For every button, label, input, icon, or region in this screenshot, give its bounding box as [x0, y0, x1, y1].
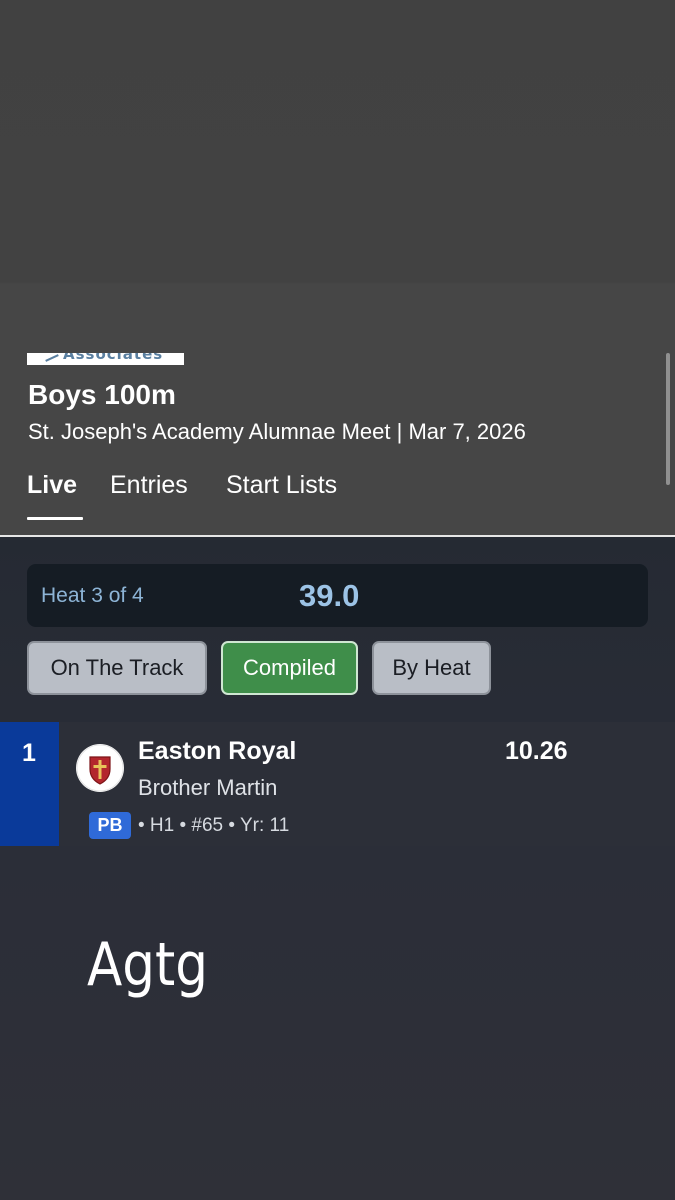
- crusader-shield-icon: [76, 744, 124, 792]
- overlay-text: Agtg: [87, 930, 209, 1000]
- school-name: Brother Martin: [138, 775, 278, 800]
- place-indicator: 1: [0, 722, 59, 846]
- pb-badge: PB: [89, 812, 131, 839]
- result-details: • H1 • #65 • Yr: 11: [138, 815, 290, 836]
- result-row[interactable]: 1 Easton Royal Brother Martin PB • H1 • …: [0, 722, 675, 846]
- logo-swoosh-icon: [45, 354, 59, 362]
- event-title: Boys 100m: [28, 379, 176, 410]
- by-heat-button[interactable]: By Heat: [372, 641, 491, 695]
- place-number: 1: [22, 739, 36, 767]
- tab-start-lists[interactable]: Start Lists: [226, 470, 337, 500]
- blank-top-area: [0, 0, 675, 353]
- meet-subtitle: St. Joseph's Academy Alumnae Meet | Mar …: [28, 419, 526, 444]
- active-tab-indicator: [27, 517, 83, 520]
- scrollbar-thumb[interactable]: [666, 353, 670, 485]
- heat-info-bar: Heat 3 of 4 39.0: [27, 564, 648, 627]
- on-the-track-button[interactable]: On The Track: [27, 641, 207, 695]
- event-header: Associates Boys 100m St. Joseph's Academ…: [0, 353, 675, 535]
- sponsor-logo-text: Associates: [63, 353, 164, 363]
- athlete-name: Easton Royal: [138, 737, 297, 765]
- sponsor-logo: Associates: [27, 353, 184, 365]
- result-mark: 10.26: [505, 737, 568, 765]
- results-panel: Heat 3 of 4 39.0 On The Track Compiled B…: [0, 537, 675, 1200]
- tab-entries[interactable]: Entries: [110, 470, 188, 500]
- heat-label: Heat 3 of 4: [41, 584, 144, 607]
- compiled-button[interactable]: Compiled: [221, 641, 358, 695]
- heat-wind-value: 39.0: [299, 578, 360, 613]
- tab-live[interactable]: Live: [27, 470, 77, 500]
